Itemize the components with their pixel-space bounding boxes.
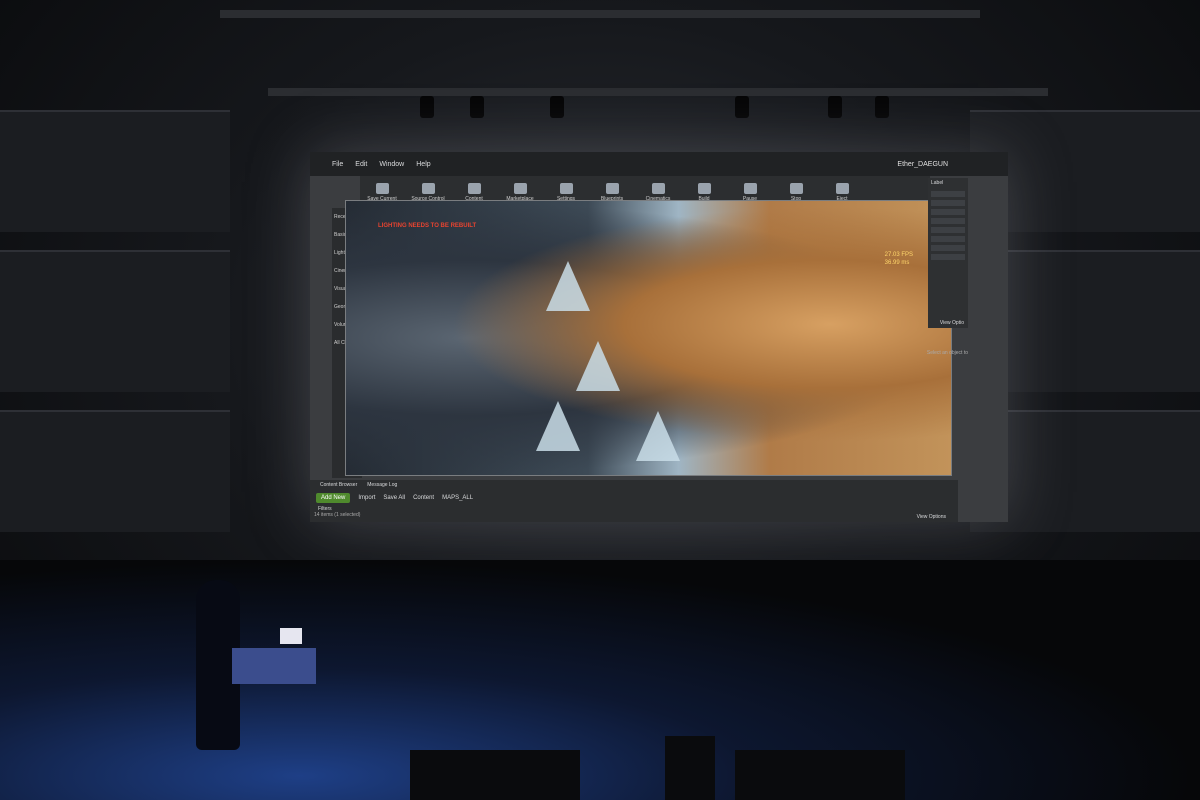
- menu-edit[interactable]: Edit: [355, 161, 367, 168]
- outliner-label: Label: [931, 180, 944, 186]
- save-icon: [375, 183, 389, 194]
- content-button[interactable]: Content: [452, 178, 496, 202]
- project-name: Ether_DAEGUN: [897, 160, 948, 168]
- stage-light: [735, 96, 749, 118]
- left-balcony-lower: [0, 410, 230, 532]
- toolbar: Save Current Source Control Content Mark…: [360, 176, 930, 202]
- crystal-shard: [536, 401, 580, 451]
- save-all-button[interactable]: Save All: [383, 495, 405, 501]
- cinematics-button[interactable]: Cinematics: [636, 178, 680, 202]
- pause-icon: [743, 183, 757, 194]
- stop-button[interactable]: Stop: [774, 178, 818, 202]
- outliner-row[interactable]: [931, 218, 965, 224]
- lighting-rig-top: [220, 10, 980, 18]
- menu-window[interactable]: Window: [379, 161, 404, 168]
- projection-screen: File Edit Window Help Ether_DAEGUN Save …: [310, 152, 1008, 522]
- save-current-button[interactable]: Save Current: [360, 178, 404, 202]
- breadcrumb-content[interactable]: Content: [413, 495, 434, 501]
- outliner-row[interactable]: [931, 227, 965, 233]
- stage-light: [875, 96, 889, 118]
- stage-floor: [0, 560, 1200, 800]
- stage-speaker: [735, 750, 905, 800]
- world-outliner: Label: [928, 178, 968, 328]
- crystal-shard: [576, 341, 620, 391]
- details-hint: Select an object to: [926, 350, 968, 356]
- settings-button[interactable]: Settings: [544, 178, 588, 202]
- eject-icon: [835, 183, 849, 194]
- outliner-row[interactable]: [931, 245, 965, 251]
- outliner-row[interactable]: [931, 200, 965, 206]
- content-view-options[interactable]: View Options: [917, 514, 946, 520]
- import-button[interactable]: Import: [358, 495, 375, 501]
- outliner-row[interactable]: [931, 236, 965, 242]
- menu-bar: File Edit Window Help Ether_DAEGUN: [310, 152, 1008, 176]
- build-icon: [697, 183, 711, 194]
- lighting-warning: LIGHTING NEEDS TO BE REBUILT: [378, 223, 477, 229]
- crystal-shard: [636, 411, 680, 461]
- source-control-button[interactable]: Source Control: [406, 178, 450, 202]
- stage-light: [828, 96, 842, 118]
- blueprint-icon: [605, 183, 619, 194]
- content-icon: [467, 183, 481, 194]
- breadcrumb-maps[interactable]: MAPS_ALL: [442, 495, 473, 501]
- add-new-button[interactable]: Add New: [316, 493, 351, 503]
- content-browser: Content Browser Message Log Add New Impo…: [310, 480, 958, 522]
- outliner-row[interactable]: [931, 254, 965, 260]
- crystal-shard: [546, 261, 590, 311]
- menu-file[interactable]: File: [332, 161, 343, 168]
- marketplace-button[interactable]: Marketplace: [498, 178, 542, 202]
- left-balcony-upper: [0, 110, 230, 232]
- stage-light: [420, 96, 434, 118]
- level-viewport[interactable]: LIGHTING NEEDS TO BE REBUILT 27.03 FPS 3…: [345, 200, 952, 476]
- stage-light: [550, 96, 564, 118]
- item-count: 14 items (1 selected): [314, 512, 361, 518]
- blueprints-button[interactable]: Blueprints: [590, 178, 634, 202]
- cinematics-icon: [651, 183, 665, 194]
- pause-button[interactable]: Pause: [728, 178, 772, 202]
- lighting-rig: [268, 88, 1048, 96]
- equipment-table: [232, 648, 316, 684]
- tab-content-browser[interactable]: Content Browser: [320, 482, 357, 488]
- stop-icon: [789, 183, 803, 194]
- eject-button[interactable]: Eject: [820, 178, 864, 202]
- stage-light: [470, 96, 484, 118]
- build-button[interactable]: Build: [682, 178, 726, 202]
- gear-icon: [559, 183, 573, 194]
- outliner-view-options[interactable]: View Optio: [940, 320, 964, 326]
- stage-speaker: [410, 750, 580, 800]
- source-control-icon: [421, 183, 435, 194]
- outliner-row[interactable]: [931, 209, 965, 215]
- left-balcony-middle: [0, 250, 230, 392]
- marketplace-icon: [513, 183, 527, 194]
- tab-message-log[interactable]: Message Log: [367, 482, 397, 488]
- outliner-row[interactable]: [931, 191, 965, 197]
- fps-readout: 27.03 FPS: [884, 252, 913, 258]
- stage-speaker: [665, 736, 715, 800]
- frame-time: 36.99 ms: [884, 260, 910, 266]
- stats-overlay: 27.03 FPS 36.99 ms: [885, 251, 913, 267]
- laptop: [280, 628, 302, 644]
- menu-help[interactable]: Help: [416, 161, 430, 168]
